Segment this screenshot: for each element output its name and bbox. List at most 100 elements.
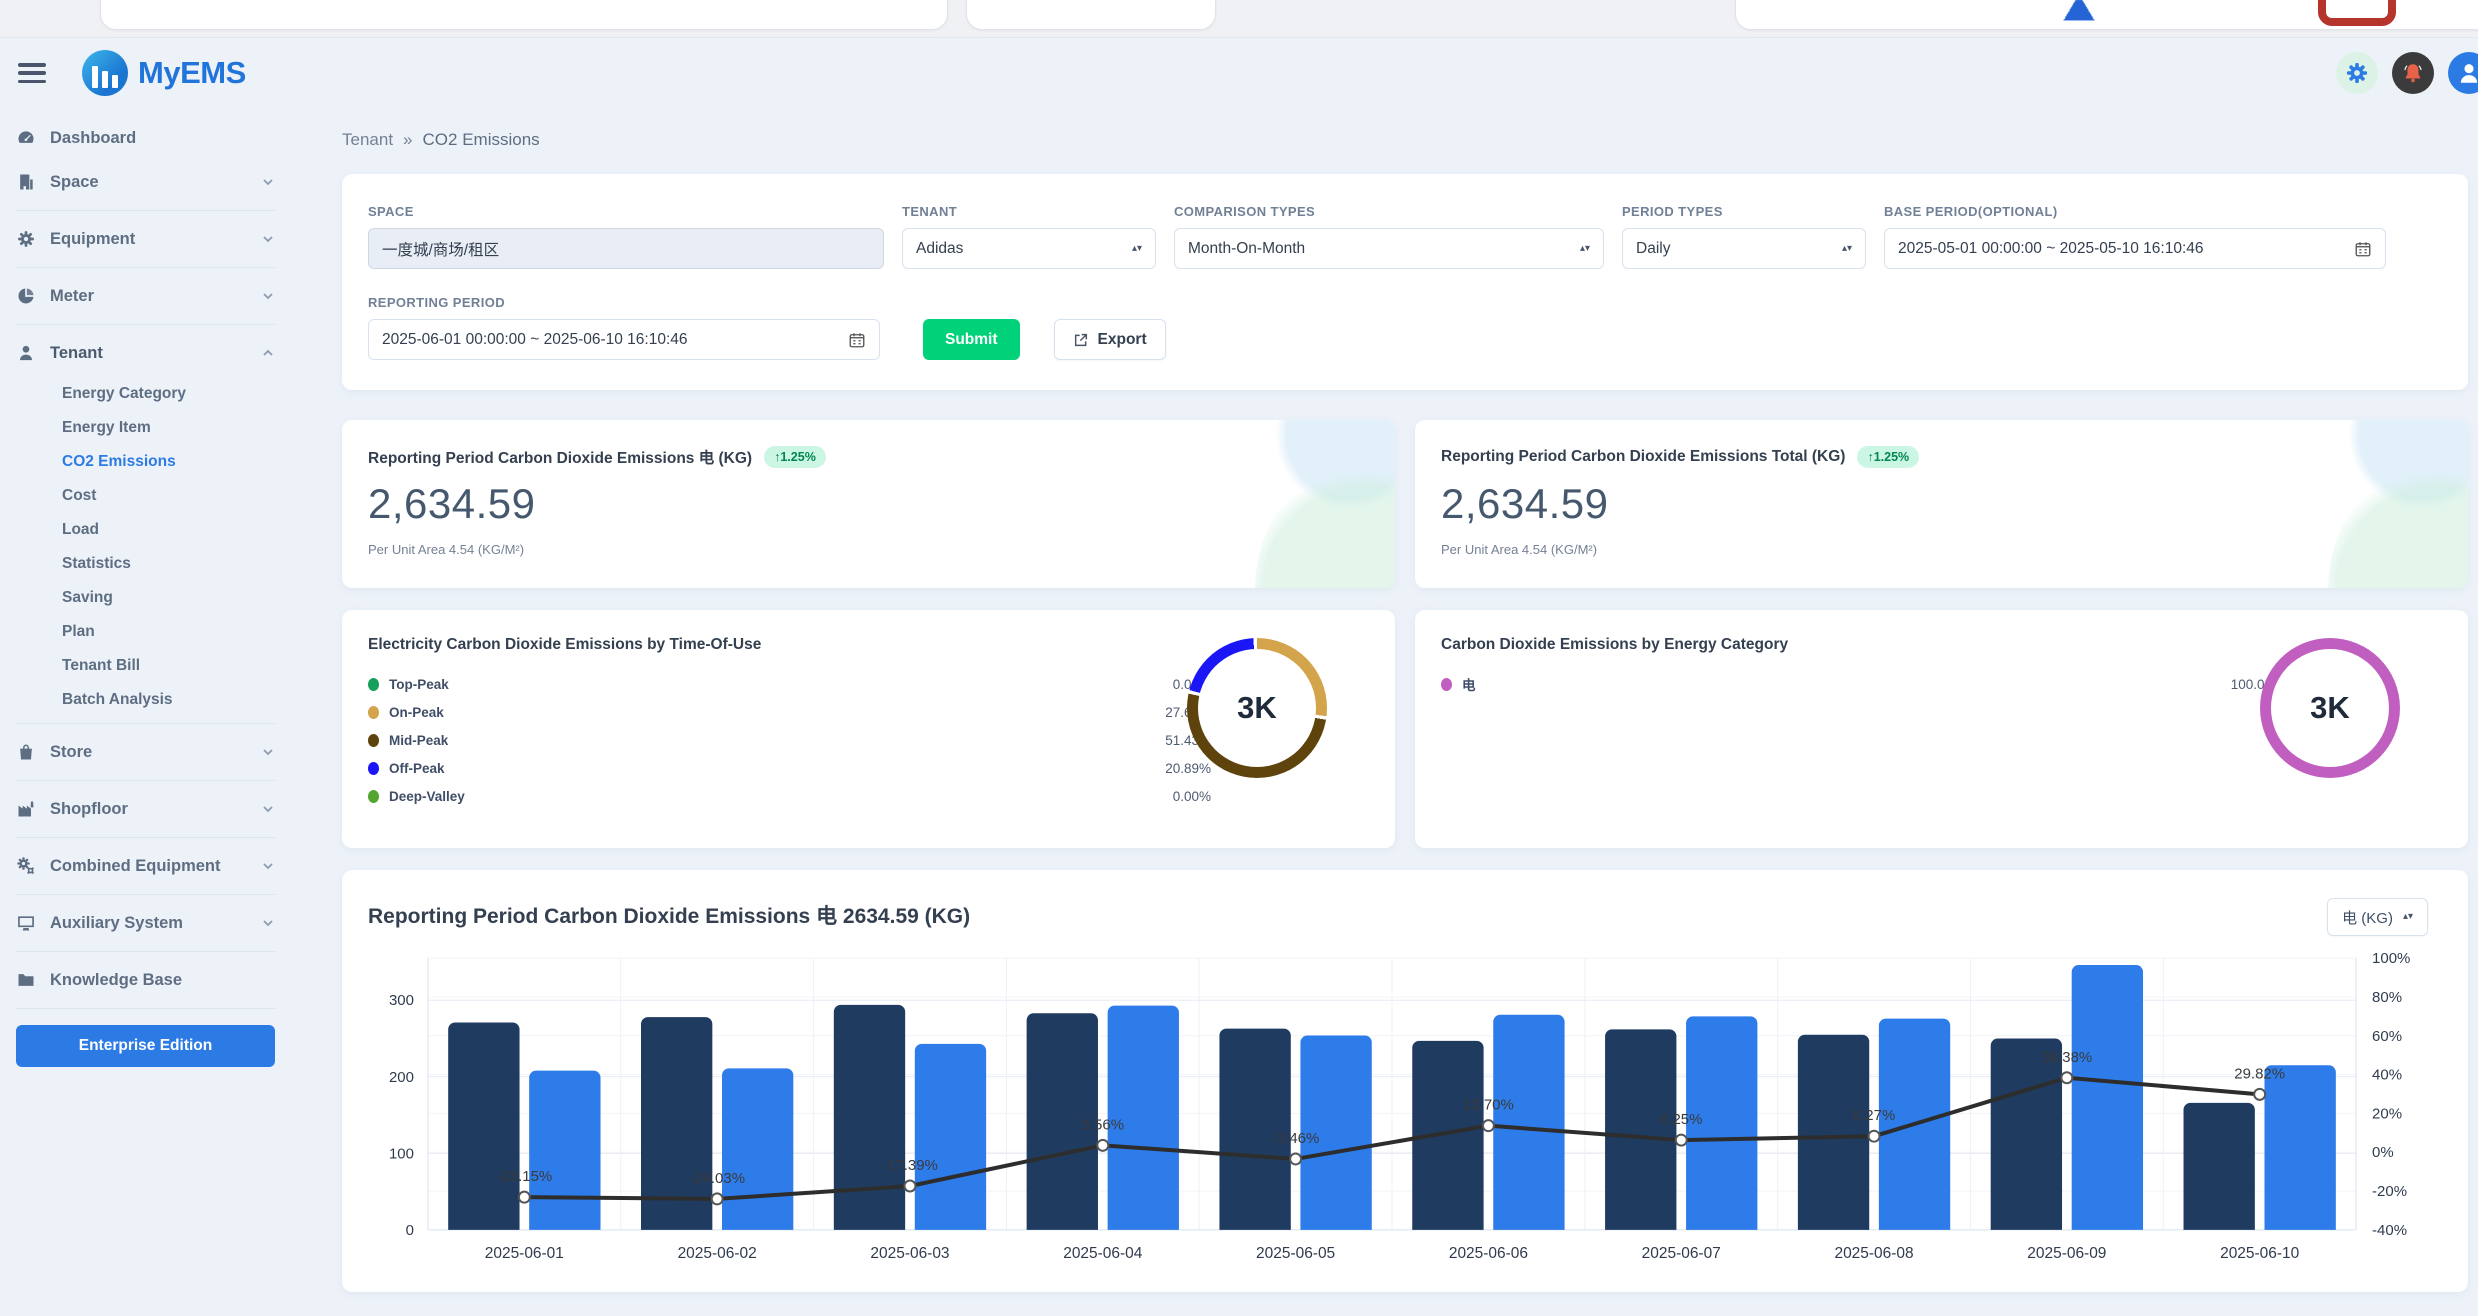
kpi-value: 2,634.59 bbox=[368, 480, 1369, 528]
gear-icon bbox=[16, 229, 36, 249]
notifications-button[interactable] bbox=[2392, 52, 2434, 94]
legend-label: 电 bbox=[1462, 674, 1476, 694]
sidebar-item-label: Store bbox=[50, 743, 92, 762]
left-tick-label: 100 bbox=[389, 1145, 414, 1162]
legend-dot bbox=[368, 734, 379, 747]
legend-row[interactable]: Deep-Valley0.00% bbox=[368, 782, 1211, 810]
bar-chart-title: Reporting Period Carbon Dioxide Emission… bbox=[368, 900, 2442, 930]
sidebar-item-space[interactable]: Space bbox=[16, 160, 275, 204]
bar bbox=[722, 1068, 793, 1230]
breadcrumb: Tenant » CO2 Emissions bbox=[342, 130, 2468, 150]
bar bbox=[1493, 1015, 1564, 1230]
sidebar-item-combined-equipment[interactable]: Combined Equipment bbox=[16, 844, 275, 888]
breadcrumb-separator: » bbox=[403, 130, 412, 150]
chevron-up-icon bbox=[261, 346, 275, 360]
tenant-field: TENANT Adidas▴▾ bbox=[902, 204, 1156, 269]
sidebar-divider bbox=[16, 837, 275, 838]
reporting-period-input[interactable]: 2025-06-01 00:00:00 ~ 2025-06-10 16:10:4… bbox=[368, 319, 880, 360]
legend-row[interactable]: Top-Peak0.00% bbox=[368, 670, 1211, 698]
sidebar-item-knowledge-base[interactable]: Knowledge Base bbox=[16, 958, 275, 1002]
app-header: MyEMS bbox=[0, 38, 2478, 108]
comparison-field: COMPARISON TYPES Month-On-Month▴▾ bbox=[1174, 204, 1604, 269]
sidebar-subitem[interactable]: CO2 Emissions bbox=[16, 445, 275, 479]
legend-dot bbox=[368, 678, 379, 691]
percent-label: 8.27% bbox=[1853, 1107, 1895, 1124]
line-marker bbox=[904, 1181, 915, 1192]
sidebar-subitem[interactable]: Batch Analysis bbox=[16, 683, 275, 717]
sidebar-item-equipment[interactable]: Equipment bbox=[16, 217, 275, 261]
select-arrows-icon: ▴▾ bbox=[1580, 246, 1590, 252]
select-arrows-icon: ▴▾ bbox=[1132, 246, 1142, 252]
percent-label: -23.15% bbox=[496, 1168, 552, 1185]
sidebar-item-store[interactable]: Store bbox=[16, 730, 275, 774]
bar bbox=[529, 1071, 600, 1230]
tenant-submenu: Energy CategoryEnergy ItemCO2 EmissionsC… bbox=[16, 377, 275, 717]
export-button[interactable]: Export bbox=[1054, 319, 1166, 360]
sidebar-divider bbox=[16, 723, 275, 724]
right-tick-label: -40% bbox=[2372, 1222, 2407, 1239]
browser-secondary-box[interactable] bbox=[966, 0, 1216, 30]
enterprise-edition-button[interactable]: Enterprise Edition bbox=[16, 1025, 275, 1067]
kpi-title: Reporting Period Carbon Dioxide Emission… bbox=[368, 446, 752, 468]
x-tick-label: 2025-06-05 bbox=[1256, 1245, 1335, 1262]
sidebar-item-dashboard[interactable]: Dashboard bbox=[16, 116, 275, 160]
logo-icon bbox=[82, 50, 128, 96]
percent-label: 13.70% bbox=[1463, 1097, 1514, 1114]
donut-chart: 3K bbox=[1187, 638, 1327, 778]
reporting-period-value: 2025-06-01 00:00:00 ~ 2025-06-10 16:10:4… bbox=[382, 331, 688, 349]
calendar-icon[interactable] bbox=[848, 331, 866, 349]
chevron-down-icon bbox=[261, 232, 275, 246]
donut-center-label: 3K bbox=[1187, 638, 1327, 778]
settings-button[interactable] bbox=[2336, 52, 2378, 94]
sidebar-subitem[interactable]: Statistics bbox=[16, 547, 275, 581]
right-tick-label: 80% bbox=[2372, 989, 2402, 1006]
sidebar-item-meter[interactable]: Meter bbox=[16, 274, 275, 318]
right-tick-label: 100% bbox=[2372, 950, 2410, 967]
sidebar-subitem[interactable]: Energy Category bbox=[16, 377, 275, 411]
sidebar-subitem[interactable]: Cost bbox=[16, 479, 275, 513]
legend-label: Deep-Valley bbox=[389, 789, 465, 804]
submit-button[interactable]: Submit bbox=[923, 319, 1020, 360]
legend-row[interactable]: Mid-Peak51.43% bbox=[368, 726, 1211, 754]
calendar-icon[interactable] bbox=[2354, 240, 2372, 258]
bar bbox=[915, 1044, 986, 1230]
user-avatar[interactable] bbox=[2448, 52, 2478, 94]
breadcrumb-parent[interactable]: Tenant bbox=[342, 130, 393, 150]
right-tick-label: 60% bbox=[2372, 1028, 2402, 1045]
sidebar-subitem[interactable]: Energy Item bbox=[16, 411, 275, 445]
x-tick-label: 2025-06-02 bbox=[678, 1245, 757, 1262]
legend-row[interactable]: On-Peak27.69% bbox=[368, 698, 1211, 726]
bar bbox=[834, 1005, 905, 1230]
legend-dot bbox=[368, 706, 379, 719]
sidebar-subitem[interactable]: Plan bbox=[16, 615, 275, 649]
select-arrows-icon: ▴▾ bbox=[1842, 246, 1852, 252]
x-tick-label: 2025-06-06 bbox=[1449, 1245, 1528, 1262]
period-types-select[interactable]: Daily▴▾ bbox=[1622, 228, 1866, 269]
bar bbox=[1991, 1039, 2062, 1230]
sidebar-item-shopfloor[interactable]: Shopfloor bbox=[16, 787, 275, 831]
base-period-value: 2025-05-01 00:00:00 ~ 2025-05-10 16:10:4… bbox=[1898, 240, 2204, 258]
sidebar-subitem[interactable]: Saving bbox=[16, 581, 275, 615]
gears-icon bbox=[16, 856, 36, 876]
legend-row[interactable]: 电100.00% bbox=[1441, 670, 2284, 698]
tenant-label: TENANT bbox=[902, 204, 1156, 219]
kpi-value: 2,634.59 bbox=[1441, 480, 2442, 528]
filter-panel: SPACE 一度城/商场/租区 TENANT Adidas▴▾ COMPARIS… bbox=[342, 174, 2468, 390]
bar bbox=[2072, 965, 2143, 1230]
sidebar-item-auxiliary-system[interactable]: Auxiliary System bbox=[16, 901, 275, 945]
sidebar-subitem[interactable]: Load bbox=[16, 513, 275, 547]
line-marker bbox=[519, 1192, 530, 1203]
base-period-input[interactable]: 2025-05-01 00:00:00 ~ 2025-05-10 16:10:4… bbox=[1884, 228, 2386, 269]
browser-address-bar[interactable] bbox=[100, 0, 948, 30]
comparison-select[interactable]: Month-On-Month▴▾ bbox=[1174, 228, 1604, 269]
legend-row[interactable]: Off-Peak20.89% bbox=[368, 754, 1211, 782]
tenant-select[interactable]: Adidas▴▾ bbox=[902, 228, 1156, 269]
app-logo[interactable]: MyEMS bbox=[82, 50, 246, 96]
bar-line-chart: 0100200300-40%-20%0%20%40%60%80%100%2025… bbox=[368, 944, 2442, 1274]
sidebar-item-tenant[interactable]: Tenant bbox=[16, 331, 275, 375]
hamburger-menu-icon[interactable] bbox=[18, 63, 46, 83]
space-input[interactable]: 一度城/商场/租区 bbox=[368, 228, 884, 269]
sidebar-subitem[interactable]: Tenant Bill bbox=[16, 649, 275, 683]
unit-select[interactable]: 电 (KG) ▴▾ bbox=[2327, 898, 2428, 936]
kpi-trend-badge: ↑1.25% bbox=[1857, 446, 1919, 468]
